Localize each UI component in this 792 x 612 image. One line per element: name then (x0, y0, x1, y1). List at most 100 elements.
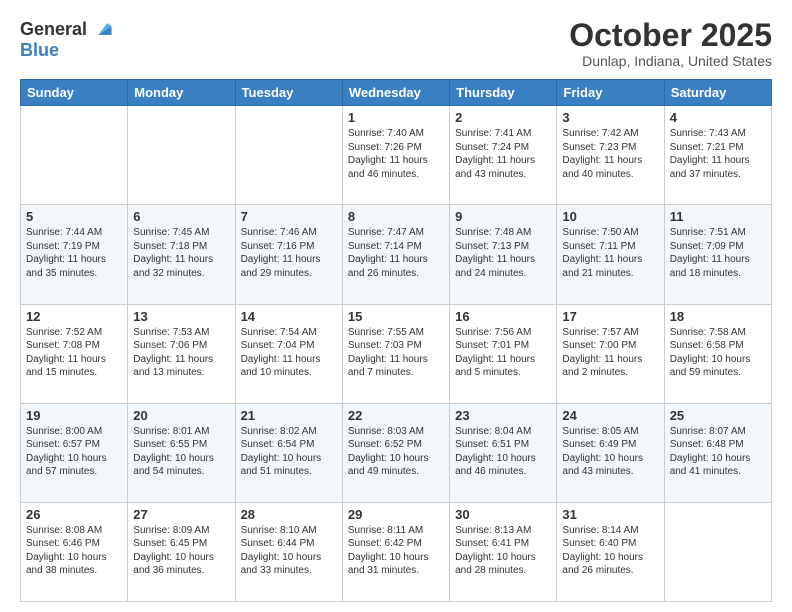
calendar-cell: 15Sunrise: 7:55 AM Sunset: 7:03 PM Dayli… (342, 304, 449, 403)
day-number: 27 (133, 507, 229, 522)
calendar-cell: 1 Sunrise: 7:40 AM Sunset: 7:26 PM Daylig… (342, 106, 449, 205)
logo-general-text: General (20, 19, 87, 40)
calendar-week-row: 1 Sunrise: 7:40 AM Sunset: 7:26 PM Daylig… (21, 106, 772, 205)
day-number: 20 (133, 408, 229, 423)
day-info: Sunrise: 8:10 AM Sunset: 6:44 PM Dayligh… (241, 524, 337, 578)
weekday-header: Tuesday (235, 80, 342, 106)
day-info: Sunrise: 7:53 AM Sunset: 7:06 PM Dayligh… (133, 326, 229, 380)
calendar-cell: 13 Sunrise: 7:53 AM Sunset: 7:06 PM Dayli… (128, 304, 235, 403)
day-number: 23 (455, 408, 551, 423)
logo-icon (91, 18, 113, 40)
day-number: 4 (670, 110, 766, 125)
calendar-cell: 30Sunrise: 8:13 AM Sunset: 6:41 PM Dayli… (450, 502, 557, 601)
calendar-cell: 5 Sunrise: 7:44 AM Sunset: 7:19 PM Daylig… (21, 205, 128, 304)
header-right: October 2025 Dunlap, Indiana, United Sta… (569, 18, 772, 69)
day-number: 11 (670, 209, 766, 224)
calendar-cell: 11Sunrise: 7:51 AM Sunset: 7:09 PM Dayli… (664, 205, 771, 304)
header: General Blue October 2025 Dunlap, Indian… (20, 18, 772, 69)
day-info: Sunrise: 7:46 AM Sunset: 7:16 PM Dayligh… (241, 226, 337, 280)
calendar-cell: 8Sunrise: 7:47 AM Sunset: 7:14 PM Daylig… (342, 205, 449, 304)
day-info: Sunrise: 8:07 AM Sunset: 6:48 PM Dayligh… (670, 425, 766, 479)
calendar-week-row: 12Sunrise: 7:52 AM Sunset: 7:08 PM Dayli… (21, 304, 772, 403)
calendar-cell (21, 106, 128, 205)
calendar-cell: 6 Sunrise: 7:45 AM Sunset: 7:18 PM Daylig… (128, 205, 235, 304)
month-title: October 2025 (569, 18, 772, 53)
calendar-table: SundayMondayTuesdayWednesdayThursdayFrid… (20, 79, 772, 602)
day-number: 5 (26, 209, 122, 224)
day-info: Sunrise: 8:09 AM Sunset: 6:45 PM Dayligh… (133, 524, 229, 578)
calendar-week-row: 19 Sunrise: 8:00 AM Sunset: 6:57 PM Dayli… (21, 403, 772, 502)
calendar-cell: 16 Sunrise: 7:56 AM Sunset: 7:01 PM Dayli… (450, 304, 557, 403)
calendar-cell: 24Sunrise: 8:05 AM Sunset: 6:49 PM Dayli… (557, 403, 664, 502)
day-number: 21 (241, 408, 337, 423)
calendar-cell: 17 Sunrise: 7:57 AM Sunset: 7:00 PM Dayli… (557, 304, 664, 403)
day-info: Sunrise: 8:03 AM Sunset: 6:52 PM Dayligh… (348, 425, 444, 479)
day-number: 31 (562, 507, 658, 522)
day-info: Sunrise: 7:45 AM Sunset: 7:18 PM Dayligh… (133, 226, 229, 280)
logo: General Blue (20, 18, 113, 61)
day-number: 19 (26, 408, 122, 423)
day-number: 8 (348, 209, 444, 224)
day-info: Sunrise: 8:14 AM Sunset: 6:40 PM Dayligh… (562, 524, 658, 578)
day-info: Sunrise: 7:57 AM Sunset: 7:00 PM Dayligh… (562, 326, 658, 380)
day-info: Sunrise: 7:41 AM Sunset: 7:24 PM Dayligh… (455, 127, 551, 181)
calendar-cell: 22 Sunrise: 8:03 AM Sunset: 6:52 PM Dayli… (342, 403, 449, 502)
calendar-week-row: 26 Sunrise: 8:08 AM Sunset: 6:46 PM Dayli… (21, 502, 772, 601)
calendar-cell: 7Sunrise: 7:46 AM Sunset: 7:16 PM Daylig… (235, 205, 342, 304)
weekday-header: Wednesday (342, 80, 449, 106)
calendar-cell: 26 Sunrise: 8:08 AM Sunset: 6:46 PM Dayli… (21, 502, 128, 601)
day-number: 15 (348, 309, 444, 324)
day-number: 12 (26, 309, 122, 324)
calendar-cell: 27 Sunrise: 8:09 AM Sunset: 6:45 PM Dayli… (128, 502, 235, 601)
calendar-week-row: 5 Sunrise: 7:44 AM Sunset: 7:19 PM Daylig… (21, 205, 772, 304)
calendar-cell: 12Sunrise: 7:52 AM Sunset: 7:08 PM Dayli… (21, 304, 128, 403)
calendar-cell: 21 Sunrise: 8:02 AM Sunset: 6:54 PM Dayli… (235, 403, 342, 502)
calendar-cell: 28 Sunrise: 8:10 AM Sunset: 6:44 PM Dayli… (235, 502, 342, 601)
day-number: 9 (455, 209, 551, 224)
calendar-cell (128, 106, 235, 205)
calendar-cell: 14 Sunrise: 7:54 AM Sunset: 7:04 PM Dayli… (235, 304, 342, 403)
calendar-cell: 31 Sunrise: 8:14 AM Sunset: 6:40 PM Dayli… (557, 502, 664, 601)
day-number: 14 (241, 309, 337, 324)
calendar-cell: 9 Sunrise: 7:48 AM Sunset: 7:13 PM Daylig… (450, 205, 557, 304)
day-number: 29 (348, 507, 444, 522)
calendar-cell (235, 106, 342, 205)
day-info: Sunrise: 7:54 AM Sunset: 7:04 PM Dayligh… (241, 326, 337, 380)
day-info: Sunrise: 8:01 AM Sunset: 6:55 PM Dayligh… (133, 425, 229, 479)
day-number: 1 (348, 110, 444, 125)
weekday-header: Saturday (664, 80, 771, 106)
day-number: 25 (670, 408, 766, 423)
day-info: Sunrise: 8:00 AM Sunset: 6:57 PM Dayligh… (26, 425, 122, 479)
day-number: 3 (562, 110, 658, 125)
day-number: 13 (133, 309, 229, 324)
day-number: 24 (562, 408, 658, 423)
day-number: 22 (348, 408, 444, 423)
weekday-header: Friday (557, 80, 664, 106)
day-info: Sunrise: 8:02 AM Sunset: 6:54 PM Dayligh… (241, 425, 337, 479)
day-number: 17 (562, 309, 658, 324)
weekday-header: Sunday (21, 80, 128, 106)
calendar-cell: 10Sunrise: 7:50 AM Sunset: 7:11 PM Dayli… (557, 205, 664, 304)
day-number: 16 (455, 309, 551, 324)
calendar-cell: 25 Sunrise: 8:07 AM Sunset: 6:48 PM Dayli… (664, 403, 771, 502)
weekday-header: Monday (128, 80, 235, 106)
weekday-header: Thursday (450, 80, 557, 106)
day-number: 6 (133, 209, 229, 224)
day-number: 28 (241, 507, 337, 522)
calendar-cell: 3 Sunrise: 7:42 AM Sunset: 7:23 PM Daylig… (557, 106, 664, 205)
day-number: 26 (26, 507, 122, 522)
day-info: Sunrise: 7:48 AM Sunset: 7:13 PM Dayligh… (455, 226, 551, 280)
day-info: Sunrise: 7:56 AM Sunset: 7:01 PM Dayligh… (455, 326, 551, 380)
day-info: Sunrise: 7:42 AM Sunset: 7:23 PM Dayligh… (562, 127, 658, 181)
page: General Blue October 2025 Dunlap, Indian… (0, 0, 792, 612)
calendar-cell: 20 Sunrise: 8:01 AM Sunset: 6:55 PM Dayli… (128, 403, 235, 502)
day-info: Sunrise: 8:04 AM Sunset: 6:51 PM Dayligh… (455, 425, 551, 479)
calendar-cell (664, 502, 771, 601)
day-number: 18 (670, 309, 766, 324)
day-info: Sunrise: 7:58 AM Sunset: 6:58 PM Dayligh… (670, 326, 766, 380)
calendar-cell: 2Sunrise: 7:41 AM Sunset: 7:24 PM Daylig… (450, 106, 557, 205)
day-info: Sunrise: 8:08 AM Sunset: 6:46 PM Dayligh… (26, 524, 122, 578)
day-info: Sunrise: 7:44 AM Sunset: 7:19 PM Dayligh… (26, 226, 122, 280)
day-info: Sunrise: 7:40 AM Sunset: 7:26 PM Dayligh… (348, 127, 444, 181)
logo-blue-text: Blue (20, 40, 59, 60)
